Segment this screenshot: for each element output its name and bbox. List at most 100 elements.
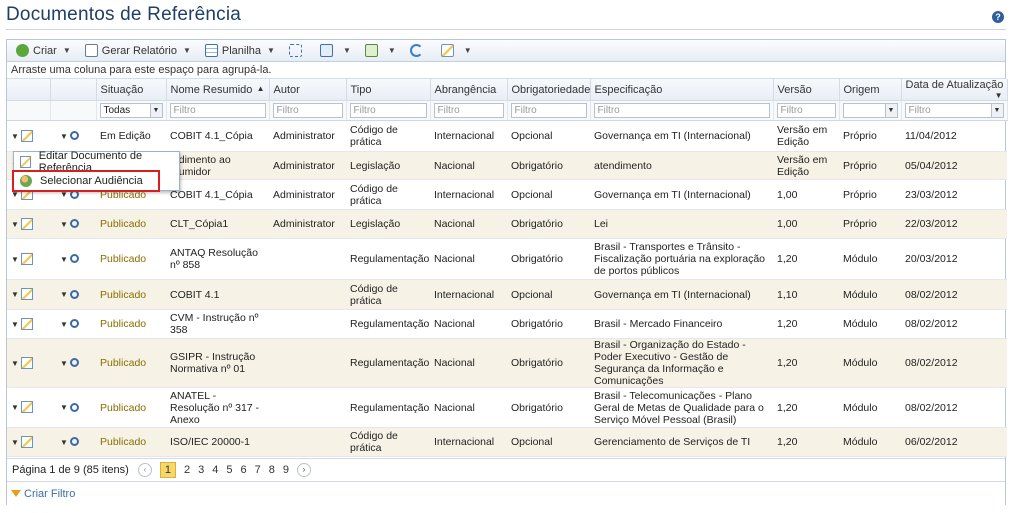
table-row[interactable]: ▼ ▼ Publicado ANTAQ Resolução nº 858 Regulam…	[7, 238, 1007, 280]
filter-abrangencia-input[interactable]: Filtro	[433, 103, 504, 118]
row-action-cell[interactable]: ▼	[7, 238, 50, 280]
row-view-cell[interactable]: ▼	[50, 309, 96, 339]
filter-data[interactable]: Filtro ▼	[901, 100, 1008, 121]
page-number[interactable]: 9	[283, 464, 289, 476]
chevron-down-icon[interactable]: ▼	[60, 438, 68, 447]
next-page-button[interactable]: ›	[296, 462, 311, 477]
edit-icon[interactable]	[20, 288, 33, 301]
table-row[interactable]: ▼ ▼ Publicado CVM - Instrução nº 358 Regulam…	[7, 309, 1007, 339]
table-row[interactable]: ▼ ▼ Publicado GSIPR - Instrução Normativa n…	[7, 338, 1007, 388]
row-action-cell[interactable]: ▼	[7, 279, 50, 310]
filter-obrigatoriedade-input[interactable]: Filtro	[510, 103, 587, 118]
refresh-button[interactable]	[405, 42, 432, 60]
chevron-down-icon[interactable]: ▼	[884, 104, 897, 117]
chevron-down-icon[interactable]: ▼	[60, 132, 68, 141]
edit-icon[interactable]	[20, 252, 33, 265]
table-row[interactable]: ▼ ▼ Publicado COBIT 4.1 Código de prática Int…	[7, 279, 1007, 310]
chevron-down-icon[interactable]: ▼	[11, 359, 19, 368]
spreadsheet-button[interactable]: Planilha ▼	[200, 42, 280, 60]
page-number[interactable]: 8	[269, 464, 275, 476]
edit-icon[interactable]	[20, 217, 33, 230]
row-action-cell[interactable]: ▼	[7, 338, 50, 388]
menu-item-edit-document[interactable]: Editar Documento de Referência	[14, 150, 179, 174]
chevron-down-icon[interactable]: ▼	[149, 104, 162, 117]
col-origem[interactable]: Origem	[839, 79, 902, 101]
table-row[interactable]: ▼ ▼ Publicado ISO/IEC 20000-1 Código de prát…	[7, 427, 1007, 457]
row-view-cell[interactable]: ▼	[50, 120, 96, 152]
export-button[interactable]: ▼	[360, 42, 401, 60]
col-data-atualizacao[interactable]: Data de Atualização ▼	[901, 79, 1008, 101]
magnifier-icon[interactable]	[69, 402, 79, 412]
chevron-down-icon[interactable]: ▼	[11, 320, 19, 329]
filter-tipo-input[interactable]: Filtro	[349, 103, 427, 118]
magnifier-icon[interactable]	[69, 289, 79, 299]
filter-autor[interactable]: Filtro	[269, 100, 347, 121]
page-number[interactable]: 7	[255, 464, 261, 476]
col-situacao[interactable]: Situação	[96, 79, 167, 101]
columns-button[interactable]: ▼	[315, 42, 356, 60]
filter-nome-input[interactable]: Filtro	[169, 103, 266, 118]
chevron-down-icon[interactable]: ▼	[60, 255, 68, 264]
filter-abrangencia[interactable]: Filtro	[430, 100, 508, 121]
chevron-down-icon[interactable]: ▼	[11, 255, 19, 264]
row-view-cell[interactable]: ▼	[50, 209, 96, 239]
col-abrangencia[interactable]: Abrangência	[430, 79, 508, 101]
chevron-down-icon[interactable]: ▼	[60, 320, 68, 329]
filter-especificacao[interactable]: Filtro	[590, 100, 774, 121]
magnifier-icon[interactable]	[69, 437, 79, 447]
page-number[interactable]: 2	[184, 464, 190, 476]
filter-autor-input[interactable]: Filtro	[272, 103, 343, 118]
page-number[interactable]: 3	[198, 464, 204, 476]
magnifier-icon[interactable]	[69, 254, 79, 264]
edit-icon[interactable]	[20, 317, 33, 330]
page-number[interactable]: 1	[159, 461, 176, 478]
col-especificacao[interactable]: Especificação	[590, 79, 774, 101]
chevron-down-icon[interactable]: ▼	[11, 132, 19, 141]
filter-especificacao-input[interactable]: Filtro	[593, 103, 770, 118]
magnifier-icon[interactable]	[69, 131, 79, 141]
row-action-cell[interactable]: ▼	[7, 209, 50, 239]
table-row[interactable]: ▼ ▼ Em Edição COBIT 4.1_Cópia Administrator C…	[7, 120, 1007, 152]
row-view-cell[interactable]: ▼	[50, 279, 96, 310]
filter-data-input[interactable]: Filtro	[909, 105, 931, 116]
edit-icon[interactable]	[20, 356, 33, 369]
edit-icon[interactable]	[20, 401, 33, 414]
help-icon[interactable]: ?	[992, 11, 1004, 23]
generate-report-button[interactable]: Gerar Relatório ▼	[80, 42, 196, 60]
col-nome-resumido[interactable]: Nome Resumido ▲	[166, 79, 270, 101]
row-action-cell[interactable]: ▼	[7, 120, 50, 152]
col-obrigatoriedade[interactable]: Obrigatoriedade	[507, 79, 591, 101]
page-number[interactable]: 5	[226, 464, 232, 476]
edit-icon[interactable]	[20, 435, 33, 448]
table-row[interactable]: ▼ ▼ Publicado CLT_Cópia1 Administrator Legisl…	[7, 209, 1007, 239]
filter-nome[interactable]: Filtro	[166, 100, 270, 121]
col-autor[interactable]: Autor	[269, 79, 347, 101]
filter-origem[interactable]: ▼	[839, 100, 902, 121]
magnifier-icon[interactable]	[69, 219, 79, 229]
filter-versao[interactable]: Filtro	[773, 100, 840, 121]
table-row[interactable]: ▼ ▼ Publicado ANATEL - Resolução nº 317 - A…	[7, 387, 1007, 428]
page-number[interactable]: 6	[240, 464, 246, 476]
prev-page-button[interactable]: ‹	[137, 462, 152, 477]
edit-icon[interactable]	[20, 129, 33, 142]
filter-tipo[interactable]: Filtro	[346, 100, 431, 121]
chevron-down-icon[interactable]: ▼	[11, 403, 19, 412]
chevron-down-icon[interactable]: ▼	[60, 220, 68, 229]
hierarchy-button[interactable]	[284, 42, 311, 60]
col-tipo[interactable]: Tipo	[346, 79, 431, 101]
chevron-down-icon[interactable]: ▼	[11, 290, 19, 299]
edit-bulk-button[interactable]: ▼	[436, 42, 477, 60]
filter-versao-input[interactable]: Filtro	[776, 103, 836, 118]
chevron-down-icon[interactable]: ▼	[11, 220, 19, 229]
row-action-cell[interactable]: ▼	[7, 387, 50, 428]
row-view-cell[interactable]: ▼	[50, 387, 96, 428]
page-number[interactable]: 4	[212, 464, 218, 476]
row-action-cell[interactable]: ▼	[7, 309, 50, 339]
row-view-cell[interactable]: ▼	[50, 338, 96, 388]
filter-obrigatoriedade[interactable]: Filtro	[507, 100, 591, 121]
create-filter-link[interactable]: Criar Filtro	[7, 481, 1005, 505]
chevron-down-icon[interactable]: ▼	[11, 438, 19, 447]
magnifier-icon[interactable]	[69, 319, 79, 329]
row-view-cell[interactable]: ▼	[50, 238, 96, 280]
col-versao[interactable]: Versão	[773, 79, 840, 101]
